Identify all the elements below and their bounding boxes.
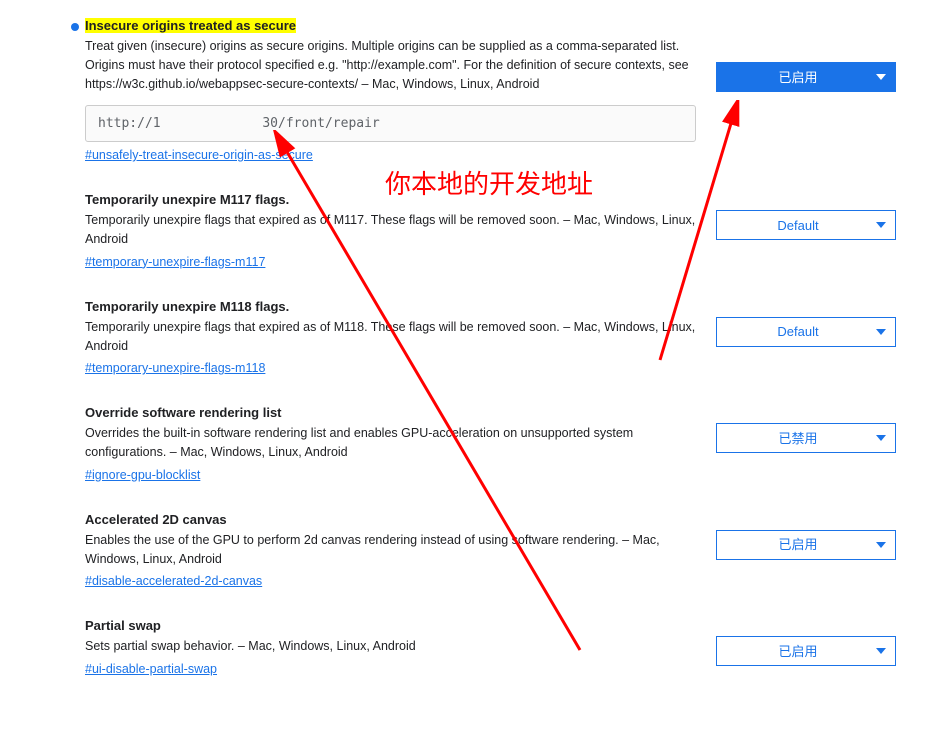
flag-state-select[interactable]: Default [716, 210, 896, 240]
flag-state-select[interactable]: 已启用 [716, 530, 896, 560]
insecure-origins-input[interactable] [85, 105, 696, 142]
flag-state-select[interactable]: 已启用 [716, 62, 896, 92]
flag-anchor-link[interactable]: #unsafely-treat-insecure-origin-as-secur… [85, 148, 313, 162]
flag-side: 已启用 [716, 18, 896, 92]
flag-anchor-link[interactable]: #temporary-unexpire-flags-m117 [85, 255, 265, 269]
flag-side: Default [716, 192, 896, 240]
flag-anchor-link[interactable]: #ignore-gpu-blocklist [85, 468, 200, 482]
flag-select-wrap: Default [716, 210, 896, 240]
flag-row: Insecure origins treated as secure Treat… [0, 10, 936, 166]
flag-description: Temporarily unexpire flags that expired … [85, 318, 696, 356]
flag-anchor-link[interactable]: #temporary-unexpire-flags-m118 [85, 361, 265, 375]
flag-row: Partial swap Sets partial swap behavior.… [0, 610, 936, 680]
flag-select-wrap: 已启用 [716, 62, 896, 92]
flag-title: Override software rendering list [85, 405, 282, 420]
flag-select-wrap: 已启用 [716, 530, 896, 560]
flag-main: Accelerated 2D canvas Enables the use of… [85, 512, 696, 589]
flag-state-select[interactable]: 已禁用 [716, 423, 896, 453]
flag-main: Override software rendering list Overrid… [85, 405, 696, 482]
flag-title: Accelerated 2D canvas [85, 512, 227, 527]
modified-dot-icon [71, 23, 79, 31]
flag-anchor-link[interactable]: #disable-accelerated-2d-canvas [85, 574, 262, 588]
flag-select-wrap: 已启用 [716, 636, 896, 666]
flag-side: 已禁用 [716, 405, 896, 453]
flag-description: Overrides the built-in software renderin… [85, 424, 696, 462]
flag-main: Temporarily unexpire M118 flags. Tempora… [85, 299, 696, 376]
flag-side: Default [716, 299, 896, 347]
flag-title: Partial swap [85, 618, 161, 633]
flag-anchor-link[interactable]: #ui-disable-partial-swap [85, 662, 217, 676]
flag-title-text: Insecure origins treated as secure [85, 18, 296, 33]
flag-state-select[interactable]: 已启用 [716, 636, 896, 666]
flag-row: Accelerated 2D canvas Enables the use of… [0, 504, 936, 593]
flag-select-wrap: 已禁用 [716, 423, 896, 453]
flag-title: Insecure origins treated as secure [85, 18, 296, 33]
flag-row: Temporarily unexpire M118 flags. Tempora… [0, 291, 936, 380]
flag-row: Override software rendering list Overrid… [0, 397, 936, 486]
flag-main: Temporarily unexpire M117 flags. Tempora… [85, 192, 696, 269]
flag-side: 已启用 [716, 512, 896, 560]
flag-title: Temporarily unexpire M117 flags. [85, 192, 289, 207]
flag-row: Temporarily unexpire M117 flags. Tempora… [0, 184, 936, 273]
flag-main: Insecure origins treated as secure Treat… [85, 18, 696, 162]
flag-description: Enables the use of the GPU to perform 2d… [85, 531, 696, 569]
flag-main: Partial swap Sets partial swap behavior.… [85, 618, 696, 676]
flag-description: Treat given (insecure) origins as secure… [85, 37, 696, 93]
flag-description: Temporarily unexpire flags that expired … [85, 211, 696, 249]
flag-side: 已启用 [716, 618, 896, 666]
flag-description: Sets partial swap behavior. – Mac, Windo… [85, 637, 696, 656]
flag-title: Temporarily unexpire M118 flags. [85, 299, 289, 314]
flag-state-select[interactable]: Default [716, 317, 896, 347]
flag-select-wrap: Default [716, 317, 896, 347]
